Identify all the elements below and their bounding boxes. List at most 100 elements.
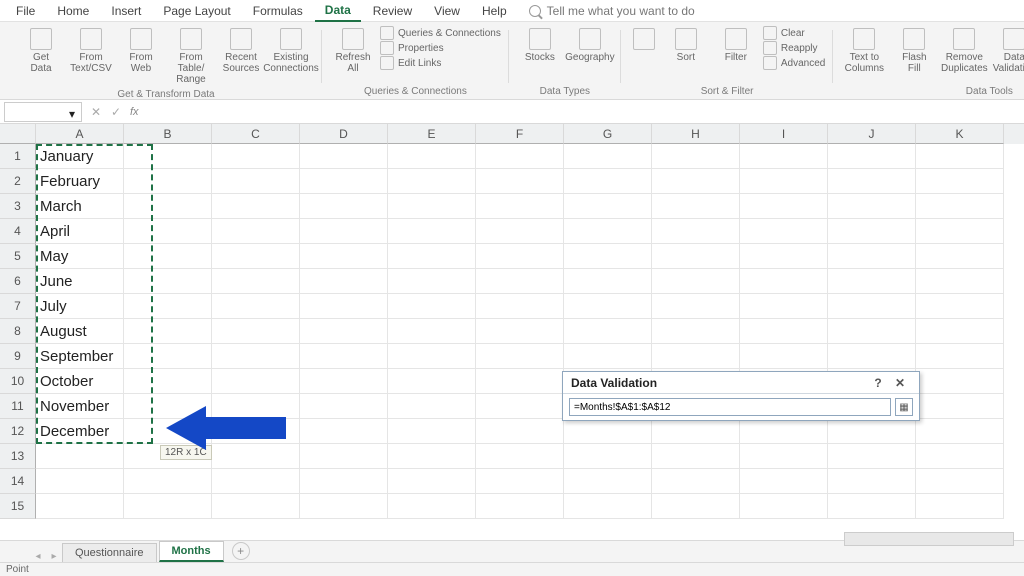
cell-D7[interactable] [300, 294, 388, 319]
cell-D12[interactable] [300, 419, 388, 444]
cell-C3[interactable] [212, 194, 300, 219]
row-header-6[interactable]: 6 [0, 269, 36, 294]
sort-button[interactable]: Sort [663, 26, 709, 65]
cell-A7[interactable]: July [36, 294, 124, 319]
cell-A12[interactable]: December [36, 419, 124, 444]
tab-home[interactable]: Home [47, 1, 99, 21]
from-table-button[interactable]: From Table/Range [168, 26, 214, 87]
cell-E13[interactable] [388, 444, 476, 469]
cell-F15[interactable] [476, 494, 564, 519]
flash-fill-button[interactable]: FlashFill [891, 26, 937, 76]
cell-J12[interactable] [828, 419, 916, 444]
sheet-tab-months[interactable]: Months [159, 541, 224, 562]
cell-E8[interactable] [388, 319, 476, 344]
cell-K9[interactable] [916, 344, 1004, 369]
cell-G13[interactable] [564, 444, 652, 469]
cell-D3[interactable] [300, 194, 388, 219]
cell-J5[interactable] [828, 244, 916, 269]
cell-B14[interactable] [124, 469, 212, 494]
cell-A14[interactable] [36, 469, 124, 494]
accept-formula-button[interactable]: ✓ [106, 105, 126, 119]
select-all-corner[interactable] [0, 124, 36, 144]
validation-source-input[interactable] [569, 398, 891, 416]
cell-B2[interactable] [124, 169, 212, 194]
cell-C10[interactable] [212, 369, 300, 394]
sort-az-button[interactable] [629, 26, 659, 52]
row-header-8[interactable]: 8 [0, 319, 36, 344]
tell-me-search[interactable]: Tell me what you want to do [529, 4, 695, 18]
cell-J13[interactable] [828, 444, 916, 469]
geography-button[interactable]: Geography [567, 26, 613, 65]
cell-K6[interactable] [916, 269, 1004, 294]
tab-formulas[interactable]: Formulas [243, 1, 313, 21]
from-web-button[interactable]: FromWeb [118, 26, 164, 76]
data-validation-dialog[interactable]: Data Validation ? ✕ ▦ [562, 371, 920, 421]
sheet-nav-next[interactable]: ▸ [46, 551, 62, 562]
cell-H3[interactable] [652, 194, 740, 219]
cancel-formula-button[interactable]: ✕ [86, 105, 106, 119]
row-header-1[interactable]: 1 [0, 144, 36, 169]
cell-F9[interactable] [476, 344, 564, 369]
dialog-help-button[interactable]: ? [867, 376, 889, 390]
cell-B5[interactable] [124, 244, 212, 269]
cell-A13[interactable] [36, 444, 124, 469]
cell-C2[interactable] [212, 169, 300, 194]
dialog-expand-button[interactable]: ▦ [895, 398, 913, 416]
cell-F4[interactable] [476, 219, 564, 244]
cell-K13[interactable] [916, 444, 1004, 469]
cell-I6[interactable] [740, 269, 828, 294]
filter-button[interactable]: Filter [713, 26, 759, 65]
cell-K10[interactable] [916, 369, 1004, 394]
stocks-button[interactable]: Stocks [517, 26, 563, 65]
advanced-button[interactable]: Advanced [763, 56, 825, 70]
from-text-button[interactable]: FromText/CSV [68, 26, 114, 76]
cell-E7[interactable] [388, 294, 476, 319]
cell-F5[interactable] [476, 244, 564, 269]
cell-G3[interactable] [564, 194, 652, 219]
cell-H8[interactable] [652, 319, 740, 344]
cell-B9[interactable] [124, 344, 212, 369]
cell-H13[interactable] [652, 444, 740, 469]
cell-E5[interactable] [388, 244, 476, 269]
cell-K5[interactable] [916, 244, 1004, 269]
cell-K8[interactable] [916, 319, 1004, 344]
get-data-button[interactable]: GetData [18, 26, 64, 76]
cell-A5[interactable]: May [36, 244, 124, 269]
refresh-all-button[interactable]: RefreshAll [330, 26, 376, 76]
cell-F8[interactable] [476, 319, 564, 344]
fx-label[interactable]: fx [126, 106, 143, 118]
cell-B8[interactable] [124, 319, 212, 344]
cell-B4[interactable] [124, 219, 212, 244]
cell-C13[interactable] [212, 444, 300, 469]
col-header-i[interactable]: I [740, 124, 828, 144]
row-header-7[interactable]: 7 [0, 294, 36, 319]
cell-I5[interactable] [740, 244, 828, 269]
cell-I4[interactable] [740, 219, 828, 244]
col-header-d[interactable]: D [300, 124, 388, 144]
cell-G1[interactable] [564, 144, 652, 169]
cell-J2[interactable] [828, 169, 916, 194]
cell-E2[interactable] [388, 169, 476, 194]
tab-view[interactable]: View [424, 1, 470, 21]
cell-F14[interactable] [476, 469, 564, 494]
cell-K15[interactable] [916, 494, 1004, 519]
cell-K1[interactable] [916, 144, 1004, 169]
cell-B15[interactable] [124, 494, 212, 519]
cell-B6[interactable] [124, 269, 212, 294]
cell-A3[interactable]: March [36, 194, 124, 219]
cell-A2[interactable]: February [36, 169, 124, 194]
cell-G7[interactable] [564, 294, 652, 319]
cell-J9[interactable] [828, 344, 916, 369]
cell-E12[interactable] [388, 419, 476, 444]
tab-page-layout[interactable]: Page Layout [153, 1, 240, 21]
cell-D5[interactable] [300, 244, 388, 269]
cell-H9[interactable] [652, 344, 740, 369]
cell-E6[interactable] [388, 269, 476, 294]
cell-D13[interactable] [300, 444, 388, 469]
cell-G5[interactable] [564, 244, 652, 269]
cell-D14[interactable] [300, 469, 388, 494]
cell-H5[interactable] [652, 244, 740, 269]
cell-G2[interactable] [564, 169, 652, 194]
cell-D1[interactable] [300, 144, 388, 169]
cell-C11[interactable] [212, 394, 300, 419]
